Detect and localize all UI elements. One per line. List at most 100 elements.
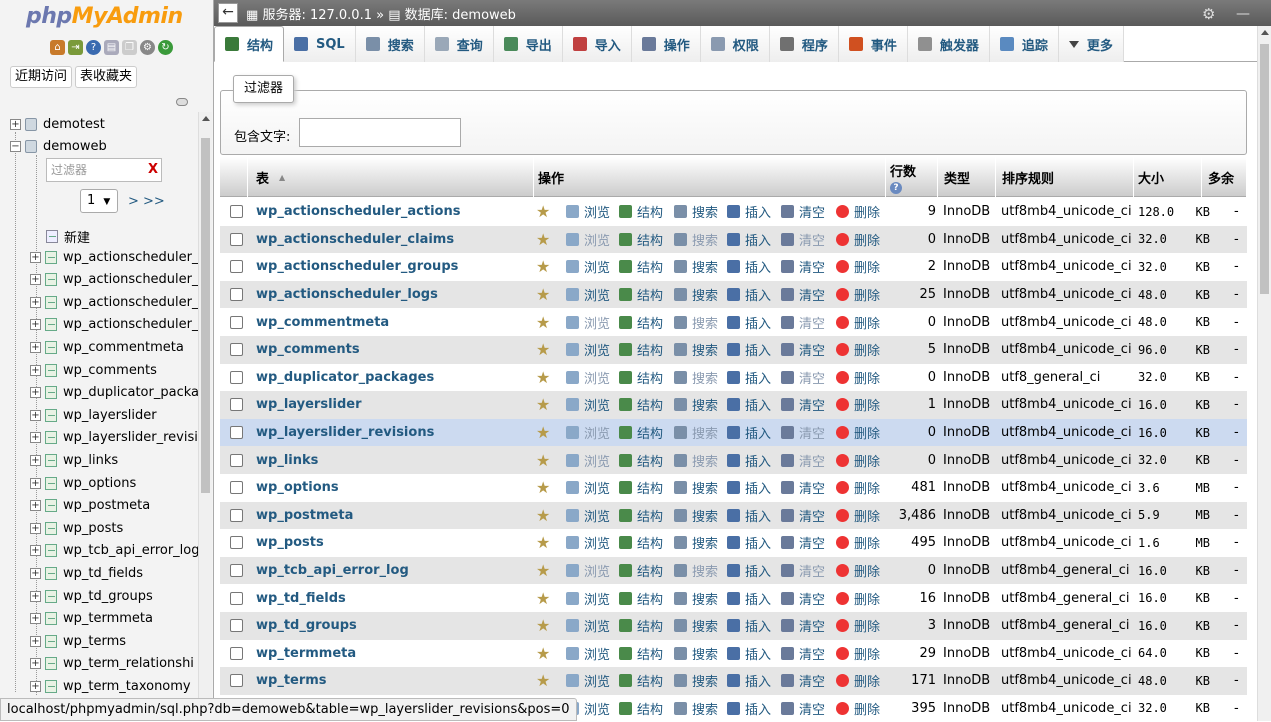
table-size[interactable]: 16.0 KB (1138, 398, 1210, 412)
sidebar-table-item[interactable]: + wp_links (30, 450, 118, 470)
tab-7[interactable]: 权限 (700, 26, 770, 62)
sidebar-table-item[interactable]: + wp_layerslider (30, 405, 157, 425)
expand-icon[interactable]: + (30, 613, 41, 625)
favorite-tables-button[interactable]: 表收藏夹 (75, 66, 138, 88)
th-overhead[interactable]: 多余 (1202, 157, 1247, 197)
browse-action[interactable]: 浏览 (566, 423, 610, 442)
search-action[interactable]: 搜索 (674, 533, 718, 552)
search-action[interactable]: 搜索 (674, 616, 718, 635)
new-table-link[interactable]: 新建 (46, 227, 90, 246)
table-size[interactable]: 16.0 KB (1138, 619, 1210, 633)
table-icon[interactable] (45, 612, 57, 626)
table-name-link[interactable]: wp_actionscheduler_actions (256, 204, 460, 219)
structure-action[interactable]: 结构 (619, 395, 663, 414)
table-row[interactable]: wp_td_fields ★ 浏览 结构 搜索 插入 清空 删除 16 InnoDB utf8mb4… (220, 584, 1247, 612)
sidebar-table-item[interactable]: + wp_actionscheduler_ (30, 247, 199, 267)
sidebar-table-item[interactable]: + wp_actionscheduler_ (30, 315, 199, 335)
browse-action[interactable]: 浏览 (566, 202, 610, 221)
table-icon[interactable] (45, 476, 57, 490)
favorite-star-icon[interactable]: ★ (536, 616, 550, 635)
empty-action[interactable]: 清空 (781, 340, 825, 359)
tab-0[interactable]: 结构 (214, 26, 285, 62)
drop-action[interactable]: 删除 (836, 589, 880, 608)
favorite-star-icon[interactable]: ★ (536, 257, 550, 276)
sidebar-table-item[interactable]: + wp_actionscheduler_ (30, 292, 199, 312)
row-checkbox[interactable] (230, 619, 243, 633)
table-name-link[interactable]: wp_actionscheduler_logs (256, 287, 438, 302)
structure-action[interactable]: 结构 (619, 616, 663, 635)
insert-action[interactable]: 插入 (727, 313, 771, 332)
table-row[interactable]: wp_layerslider_revisions ★ 浏览 结构 搜索 插入 清空 删除 0 In… (220, 418, 1247, 447)
structure-action[interactable]: 结构 (619, 202, 663, 221)
tab-12[interactable]: 更多 (1058, 26, 1124, 62)
table-icon[interactable] (45, 589, 57, 603)
tab-2[interactable]: 搜索 (355, 26, 425, 62)
search-action[interactable]: 搜索 (674, 644, 718, 663)
insert-action[interactable]: 插入 (727, 589, 771, 608)
insert-action[interactable]: 插入 (727, 644, 771, 663)
table-name-link[interactable]: wp_links (256, 453, 318, 468)
browse-action[interactable]: 浏览 (566, 478, 610, 497)
sidebar-table-item[interactable]: + wp_term_relationshi (30, 654, 194, 674)
table-name-link[interactable]: wp_tcb_api_error_log (256, 563, 409, 578)
table-size[interactable]: 16.0 KB (1138, 426, 1210, 440)
structure-action[interactable]: 结构 (619, 368, 663, 387)
sidebar-table-item[interactable]: + wp_duplicator_packa (30, 383, 199, 403)
table-icon[interactable] (45, 657, 57, 671)
favorite-star-icon[interactable]: ★ (536, 395, 550, 414)
table-size[interactable]: 48.0 KB (1138, 315, 1210, 329)
logout-icon[interactable]: ⇥ (68, 40, 83, 55)
table-row[interactable]: wp_posts ★ 浏览 结构 搜索 插入 清空 删除 495 InnoDB utf8mb4_un… (220, 529, 1247, 557)
favorite-star-icon[interactable]: ★ (536, 561, 550, 580)
insert-action[interactable]: 插入 (727, 368, 771, 387)
empty-action[interactable]: 清空 (781, 506, 825, 525)
browse-action[interactable]: 浏览 (566, 368, 610, 387)
sidebar-table-item[interactable]: + wp_layerslider_revisi (30, 428, 198, 448)
table-name-link[interactable]: wp_postmeta (256, 508, 353, 523)
row-checkbox[interactable] (230, 646, 243, 660)
search-action[interactable]: 搜索 (674, 561, 718, 580)
insert-action[interactable]: 插入 (727, 561, 771, 580)
breadcrumb-server[interactable]: 服务器: 127.0.0.1 (262, 8, 372, 23)
favorite-star-icon[interactable]: ★ (536, 285, 550, 304)
insert-action[interactable]: 插入 (727, 257, 771, 276)
structure-action[interactable]: 结构 (619, 285, 663, 304)
drop-action[interactable]: 删除 (836, 561, 880, 580)
favorite-star-icon[interactable]: ★ (536, 533, 550, 552)
expand-icon[interactable]: + (30, 680, 41, 692)
left-scrollbar[interactable] (198, 112, 212, 700)
insert-action[interactable]: 插入 (727, 533, 771, 552)
empty-action[interactable]: 清空 (781, 285, 825, 304)
empty-action[interactable]: 清空 (781, 395, 825, 414)
table-icon[interactable] (45, 295, 57, 309)
db-demoweb[interactable]: − demoweb (10, 136, 107, 156)
th-collation[interactable]: 排序规则 (996, 157, 1134, 197)
breadcrumb-database[interactable]: 数据库: demoweb (405, 8, 516, 23)
sidebar-table-item[interactable]: + wp_tcb_api_error_log (30, 541, 200, 561)
insert-action[interactable]: 插入 (727, 395, 771, 414)
browse-action[interactable]: 浏览 (566, 340, 610, 359)
table-size[interactable]: 32.0 KB (1138, 453, 1210, 467)
table-size[interactable]: 16.0 KB (1138, 564, 1210, 578)
browse-action[interactable]: 浏览 (566, 506, 610, 525)
favorite-star-icon[interactable]: ★ (536, 506, 550, 525)
tab-1[interactable]: SQL (284, 26, 356, 62)
table-size[interactable]: 16.0 KB (1138, 591, 1210, 605)
table-icon[interactable] (45, 363, 57, 377)
browse-action[interactable]: 浏览 (566, 561, 610, 580)
structure-action[interactable]: 结构 (619, 506, 663, 525)
table-name-link[interactable]: wp_comments (256, 342, 360, 357)
expand-icon[interactable]: + (10, 118, 21, 130)
table-icon[interactable] (45, 250, 57, 264)
expand-icon[interactable]: + (30, 409, 41, 421)
expand-icon[interactable]: + (30, 274, 41, 286)
table-name-link[interactable]: wp_layerslider (256, 397, 362, 412)
table-row[interactable]: wp_actionscheduler_claims ★ 浏览 结构 搜索 插入 清空 删除 0 I… (220, 225, 1247, 254)
table-size[interactable]: 128.0 KB (1138, 205, 1210, 219)
empty-action[interactable]: 清空 (781, 533, 825, 552)
table-name-link[interactable]: wp_layerslider_revisions (256, 425, 434, 440)
table-row[interactable]: wp_td_groups ★ 浏览 结构 搜索 插入 清空 删除 3 InnoDB utf8mb4_… (220, 611, 1247, 640)
sidebar-table-item[interactable]: + wp_term_taxonomy (30, 676, 191, 696)
search-action[interactable]: 搜索 (674, 202, 718, 221)
table-name-link[interactable]: wp_td_fields (256, 591, 346, 606)
